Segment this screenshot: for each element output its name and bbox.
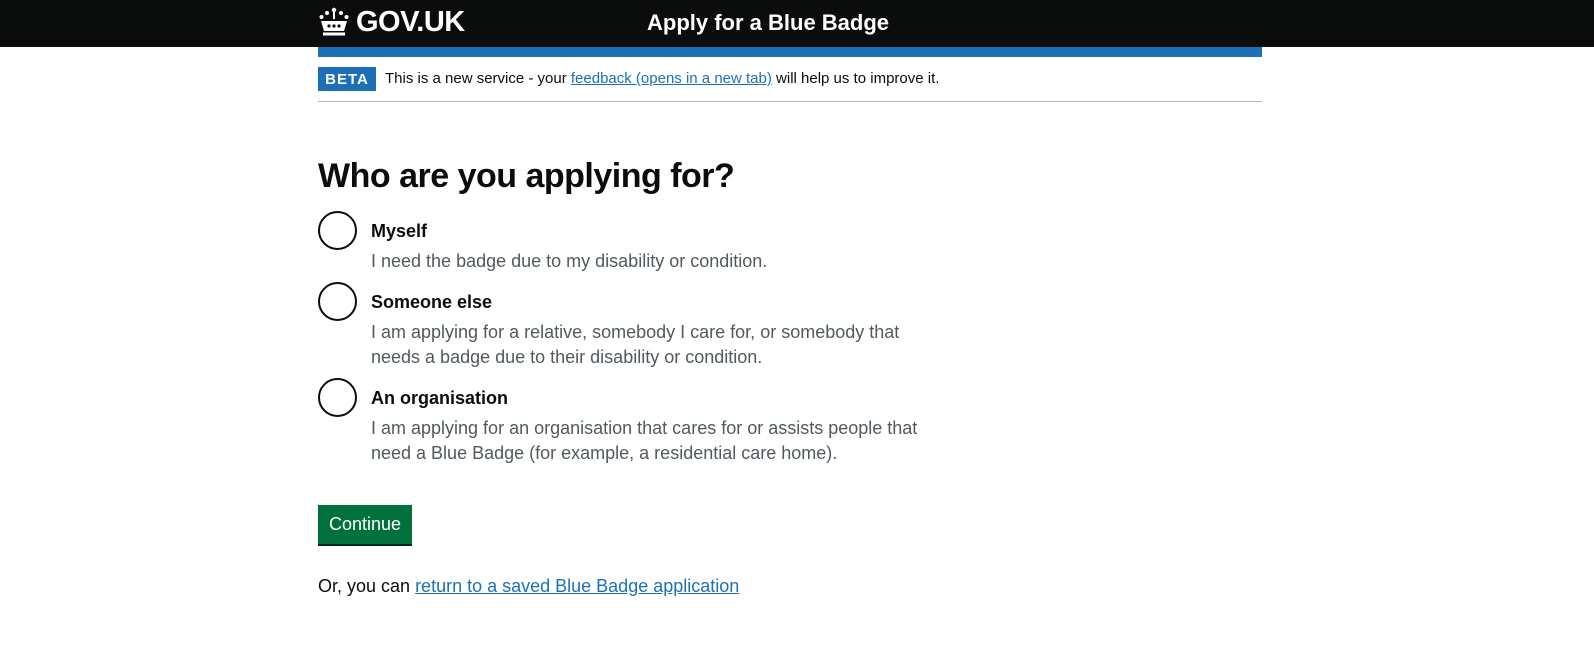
radio-label-organisation[interactable]: An organisation xyxy=(371,387,508,409)
return-prefix: Or, you can xyxy=(318,576,416,596)
phase-banner: BETA This is a new service - your feedba… xyxy=(318,57,1262,102)
radio-label-myself[interactable]: Myself xyxy=(371,220,427,242)
radio-button-myself[interactable] xyxy=(318,211,357,250)
beta-tag: BETA xyxy=(318,67,376,91)
return-to-application-text: Or, you can return to a saved Blue Badge… xyxy=(318,575,739,597)
crown-icon xyxy=(319,7,349,36)
header-blue-bar xyxy=(318,47,1262,57)
radio-button-organisation[interactable] xyxy=(318,378,357,417)
phase-text-after: will help us to improve it. xyxy=(771,70,940,87)
page-title: Who are you applying for? xyxy=(318,157,735,195)
radio-hint-someone-else: I am applying for a relative, somebody I… xyxy=(371,322,900,367)
logo-text: GOV.UK xyxy=(356,5,465,38)
service-name-link[interactable]: Apply for a Blue Badge xyxy=(647,9,889,36)
site-header: GOV.UK Apply for a Blue Badge xyxy=(0,0,1594,47)
feedback-link[interactable]: feedback (opens in a new tab) xyxy=(571,70,772,87)
phase-banner-text: This is a new service - your feedback (o… xyxy=(385,70,939,88)
phase-text-before: This is a new service - your xyxy=(385,70,571,87)
return-to-saved-application-link[interactable]: return to a saved Blue Badge application xyxy=(415,576,739,596)
govuk-logo-link[interactable]: GOV.UK xyxy=(318,4,465,40)
radio-label-someone-else[interactable]: Someone else xyxy=(371,291,492,313)
radio-hint-organisation: I am applying for an organisation that c… xyxy=(371,418,918,463)
radio-hint-myself: I need the badge due to my disability or… xyxy=(371,251,768,271)
header-container: GOV.UK Apply for a Blue Badge xyxy=(318,0,1262,47)
radio-button-someone-else[interactable] xyxy=(318,282,357,321)
continue-button[interactable]: Continue xyxy=(318,505,413,544)
